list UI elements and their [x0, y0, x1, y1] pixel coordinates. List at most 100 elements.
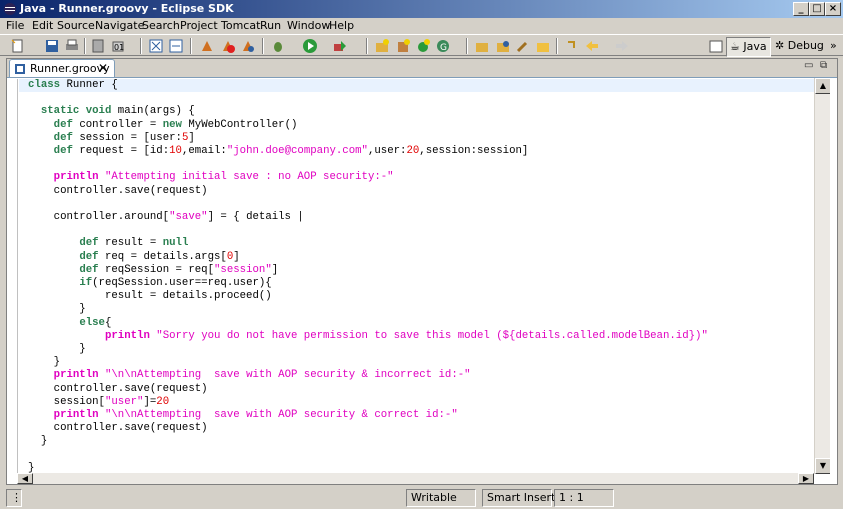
build-icon[interactable]: 01	[110, 38, 126, 54]
horizontal-scrollbar[interactable]: ◀ ▶	[17, 473, 814, 484]
tab-runner-groovy[interactable]: Runner.groovy ✕	[9, 59, 115, 77]
code-line[interactable]: controller.save(request)	[28, 422, 208, 435]
groovy-file-icon	[15, 64, 25, 74]
code-line[interactable]: def result = null	[28, 237, 188, 250]
new-class-icon[interactable]	[415, 38, 431, 54]
editor-area: Runner.groovy ✕ ▭ ⧉ class Runner { stati…	[6, 58, 838, 485]
toolbar-separator	[84, 38, 86, 54]
menu-file[interactable]: File	[6, 19, 24, 32]
vertical-scrollbar[interactable]: ▲ ▼	[814, 78, 831, 474]
menu-source[interactable]: Source	[57, 19, 95, 32]
maximize-view-icon[interactable]: ⧉	[820, 60, 827, 71]
code-line[interactable]: else{	[28, 317, 111, 330]
code-line[interactable]: controller.save(request)	[28, 185, 208, 198]
writable-status: Writable	[406, 489, 476, 507]
scroll-left-button[interactable]: ◀	[17, 473, 33, 484]
java-perspective-icon: ☕	[730, 40, 740, 53]
tomcat-restart-icon[interactable]	[240, 38, 256, 54]
code-line[interactable]: def controller = new MyWebController()	[28, 119, 298, 132]
code-line[interactable]: println "Attempting initial save : no AO…	[28, 171, 394, 184]
code-line[interactable]: controller.around["save"] = { details |	[28, 211, 304, 224]
status-bar: ⋮ Writable Smart Insert 1 : 1	[0, 487, 843, 509]
menu-window[interactable]: Window	[287, 19, 330, 32]
skip-breakpoints-icon[interactable]	[148, 38, 164, 54]
toolbar-separator	[366, 38, 368, 54]
tomcat-stop-icon[interactable]	[220, 38, 236, 54]
close-tab-icon[interactable]: ✕	[98, 61, 108, 75]
debug-icon[interactable]	[270, 38, 286, 54]
code-line[interactable]: println "\n\nAttempting save with AOP se…	[28, 409, 458, 422]
scroll-right-button[interactable]: ▶	[798, 473, 814, 484]
insert-mode-status: Smart Insert	[482, 489, 555, 507]
open-folder-icon[interactable]	[535, 38, 551, 54]
code-line[interactable]: static void main(args) {	[28, 105, 195, 118]
scroll-down-button[interactable]: ▼	[815, 458, 831, 474]
new-icon[interactable]	[10, 38, 26, 54]
search-icon[interactable]	[515, 38, 531, 54]
new-groovy-class-icon[interactable]: G	[435, 38, 451, 54]
menu-project[interactable]: Project	[180, 19, 218, 32]
code-line[interactable]: }	[28, 343, 85, 356]
code-line[interactable]: class Runner {	[28, 79, 118, 92]
new-java-project-icon[interactable]	[374, 38, 390, 54]
svg-text:G: G	[440, 43, 447, 53]
overview-ruler	[830, 78, 837, 474]
debug-perspective-button[interactable]: ✲ Debug	[775, 37, 824, 55]
code-editor[interactable]: class Runner { static void main(args) { …	[17, 79, 815, 473]
code-line[interactable]: }	[28, 435, 47, 448]
code-line[interactable]: def request = [id:10,email:"john.doe@com…	[28, 145, 529, 158]
menu-bar: File Edit Source Navigate Search Project…	[0, 18, 843, 34]
run-to-line-icon[interactable]	[168, 38, 184, 54]
main-toolbar: 01 G ☕ Java ✲ Debug »	[0, 34, 843, 57]
open-perspective-icon[interactable]	[708, 38, 724, 54]
code-line[interactable]: if(reqSession.user==req.user){	[28, 277, 271, 290]
minimize-view-icon[interactable]: ▭	[804, 60, 813, 71]
minimize-button[interactable]: _	[793, 2, 809, 16]
open-resource-icon[interactable]	[495, 38, 511, 54]
menu-run[interactable]: Run	[260, 19, 281, 32]
server-icon[interactable]	[90, 38, 106, 54]
code-line[interactable]: controller.save(request)	[28, 383, 208, 396]
code-line[interactable]: }	[28, 356, 60, 369]
tomcat-start-icon[interactable]	[199, 38, 215, 54]
open-type-icon[interactable]	[474, 38, 490, 54]
close-window-button[interactable]: ×	[825, 2, 841, 16]
new-package-icon[interactable]	[395, 38, 411, 54]
menu-search[interactable]: Search	[142, 19, 180, 32]
code-line[interactable]: def reqSession = req["session"]	[28, 264, 278, 277]
toolbar-separator	[556, 38, 558, 54]
external-tools-icon[interactable]	[332, 38, 348, 54]
code-line[interactable]: println "\n\nAttempting save with AOP se…	[28, 369, 471, 382]
run-icon[interactable]	[302, 38, 318, 54]
code-line[interactable]: def req = details.args[0]	[28, 251, 239, 264]
window-title: Java - Runner.groovy - Eclipse SDK	[20, 2, 234, 15]
menu-help[interactable]: Help	[329, 19, 354, 32]
fast-view-icon[interactable]: ⋮	[6, 489, 22, 507]
code-line[interactable]: session["user"]=20	[28, 396, 169, 409]
current-line-highlight	[19, 79, 815, 92]
code-line[interactable]: def session = [user:5]	[28, 132, 195, 145]
menu-edit[interactable]: Edit	[32, 19, 53, 32]
svg-text:01: 01	[114, 43, 124, 52]
toolbar-separator	[190, 38, 192, 54]
scroll-up-button[interactable]: ▲	[815, 78, 831, 94]
menu-navigate[interactable]: Navigate	[95, 19, 144, 32]
code-line[interactable]: result = details.proceed()	[28, 290, 272, 303]
code-line[interactable]: }	[28, 303, 85, 316]
code-line[interactable]: println "Sorry you do not have permissio…	[28, 330, 708, 343]
menu-tomcat[interactable]: Tomcat	[221, 19, 260, 32]
back-arrow-icon[interactable]	[584, 38, 600, 54]
print-icon[interactable]	[64, 38, 80, 54]
java-perspective-button[interactable]: ☕ Java	[726, 37, 771, 57]
maximize-button[interactable]: □	[809, 2, 825, 16]
window-title-bar[interactable]: Java - Runner.groovy - Eclipse SDK _ □ ×	[0, 0, 843, 18]
toolbar-separator	[466, 38, 468, 54]
forward-arrow-icon[interactable]	[614, 38, 630, 54]
save-icon[interactable]	[44, 38, 60, 54]
code-line[interactable]: }	[28, 462, 34, 473]
editor-tab-row: Runner.groovy ✕ ▭ ⧉	[7, 59, 837, 78]
more-perspectives-chevron[interactable]: »	[830, 37, 837, 55]
last-edit-location-icon[interactable]	[564, 38, 580, 54]
toolbar-separator	[262, 38, 264, 54]
debug-perspective-icon: ✲	[775, 39, 785, 52]
